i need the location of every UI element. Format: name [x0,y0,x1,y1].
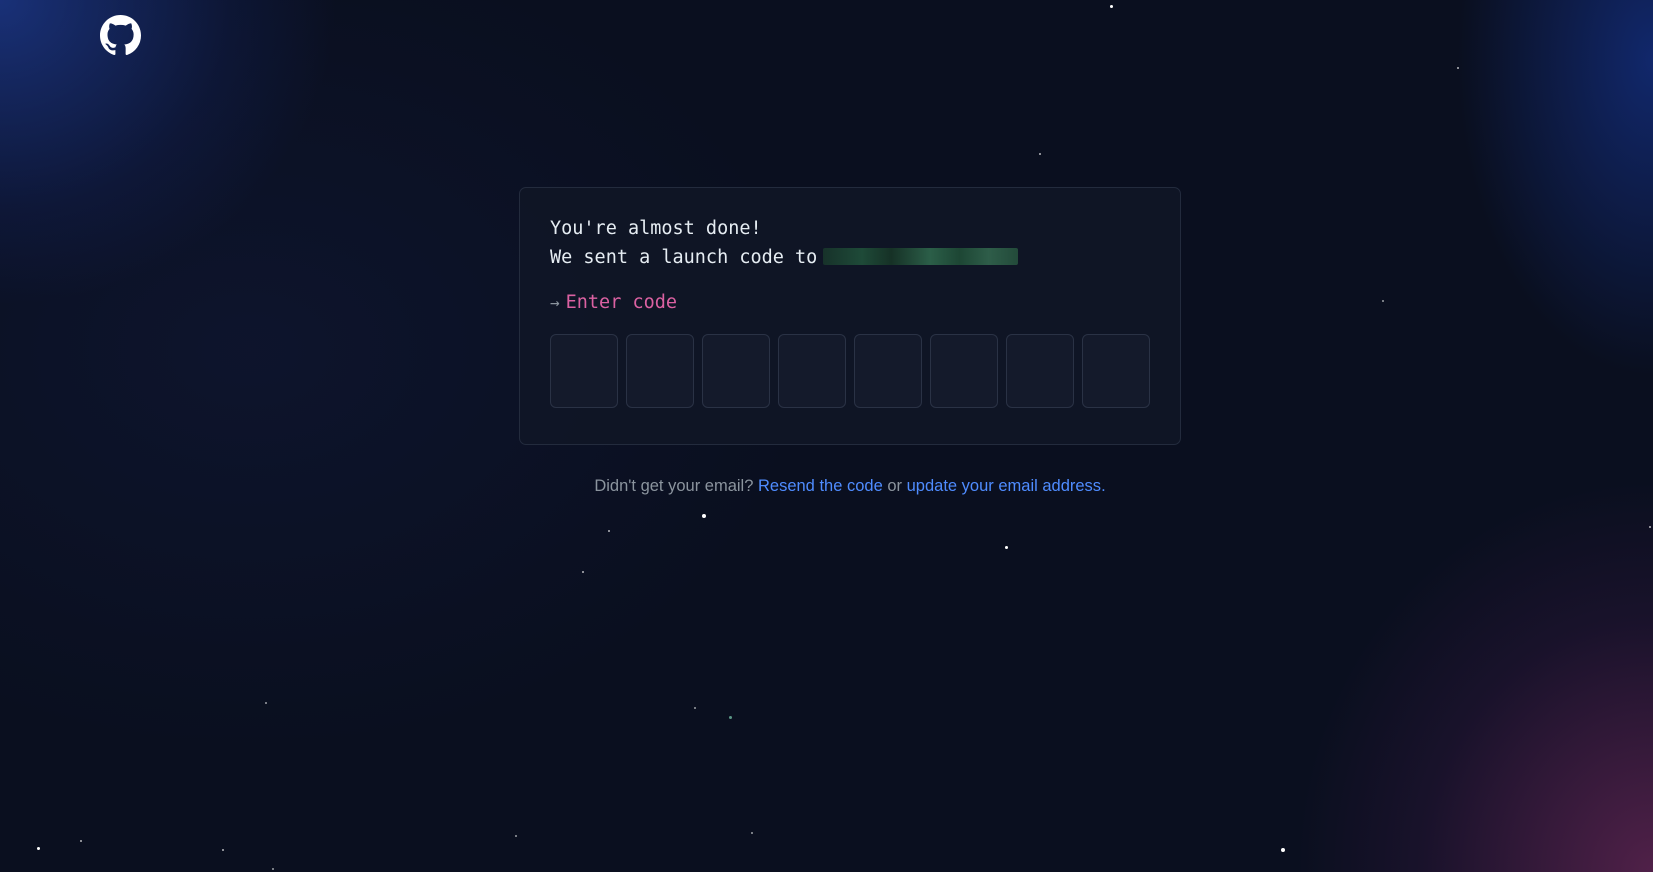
background-star [222,849,224,851]
background-star [1039,153,1041,155]
redacted-email [823,248,1019,265]
help-text-prefix: Didn't get your email? [594,477,754,495]
background-star [1457,67,1459,69]
background-star [608,530,610,532]
background-star [1281,848,1285,852]
background-star [1382,300,1384,302]
sent-code-line: We sent a launch code to [550,243,1150,272]
background-star [694,707,696,709]
background-star [702,514,706,518]
enter-code-label: Enter code [565,292,678,313]
background-star [751,832,753,834]
github-logo-icon[interactable] [100,15,141,56]
sent-code-text: We sent a launch code to [550,247,818,268]
code-digit-input-4[interactable] [778,334,846,408]
background-star [582,571,584,573]
help-text-period: . [1101,477,1106,495]
code-digit-input-3[interactable] [702,334,770,408]
update-email-link[interactable]: update your email address [907,477,1101,495]
background-star [729,716,732,719]
help-text-or: or [887,477,903,495]
verification-card: You're almost done! We sent a launch cod… [519,187,1181,445]
code-digit-input-1[interactable] [550,334,618,408]
background-star [1649,526,1651,528]
code-digit-input-8[interactable] [1082,334,1150,408]
code-digit-input-5[interactable] [854,334,922,408]
background-star [272,868,274,870]
almost-done-heading: You're almost done! [550,218,762,239]
background-star [37,847,40,850]
background-star [515,835,517,837]
background-star [80,840,82,842]
enter-code-prompt: → Enter code [550,290,1150,316]
background-star [1005,546,1008,549]
code-digit-input-2[interactable] [626,334,694,408]
code-digit-input-7[interactable] [1006,334,1074,408]
background-star [1110,5,1113,8]
code-digit-input-6[interactable] [930,334,998,408]
resend-help-text: Didn't get your email? Resend the code o… [0,477,1653,496]
arrow-right-icon: → [550,293,560,312]
background-star [265,702,267,704]
code-input-row [550,334,1150,408]
resend-code-link[interactable]: Resend the code [758,477,883,495]
